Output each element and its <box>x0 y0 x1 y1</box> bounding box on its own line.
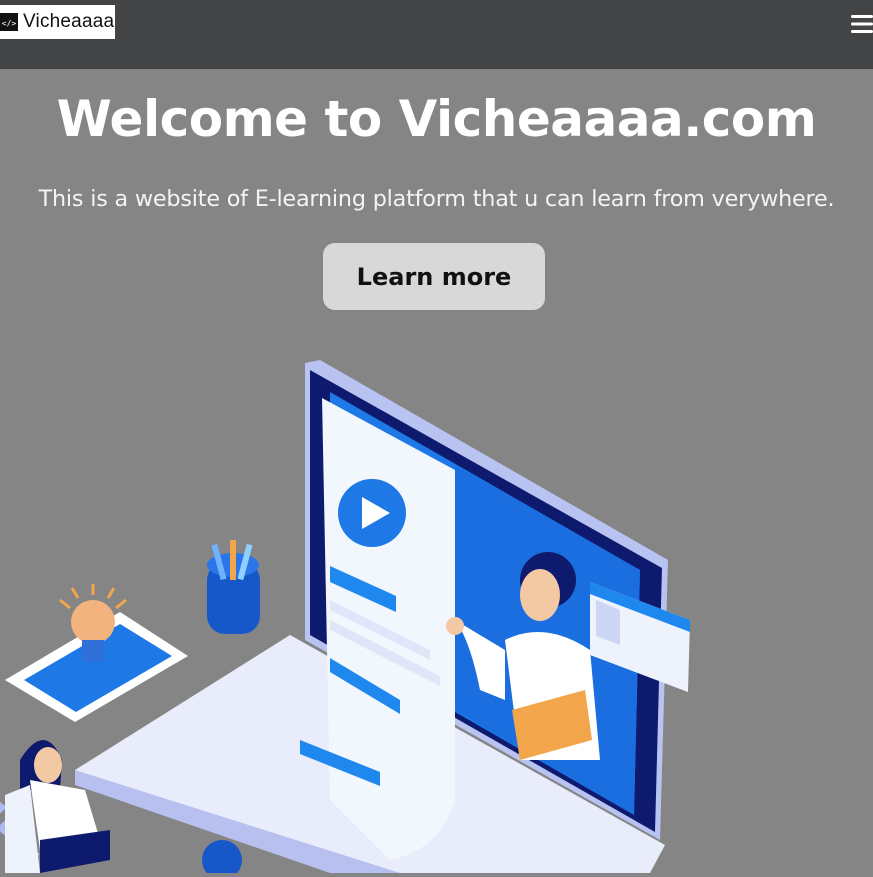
svg-text:</>: </> <box>2 19 17 28</box>
learn-more-button[interactable]: Learn more <box>323 243 545 310</box>
brand-logo[interactable]: </> Vicheaaaa <box>0 5 115 39</box>
online-learning-illustration <box>0 340 873 877</box>
brand-name: Vicheaaaa <box>23 11 115 32</box>
code-icon: </> <box>0 13 18 31</box>
lightbulb-icon <box>71 600 115 644</box>
top-navbar: </> Vicheaaaa <box>0 0 873 69</box>
hamburger-menu-icon[interactable] <box>849 12 873 36</box>
hero-subtitle: This is a website of E-learning platform… <box>38 186 835 212</box>
hero-title: Welcome to Vicheaaaa.com <box>56 90 817 148</box>
